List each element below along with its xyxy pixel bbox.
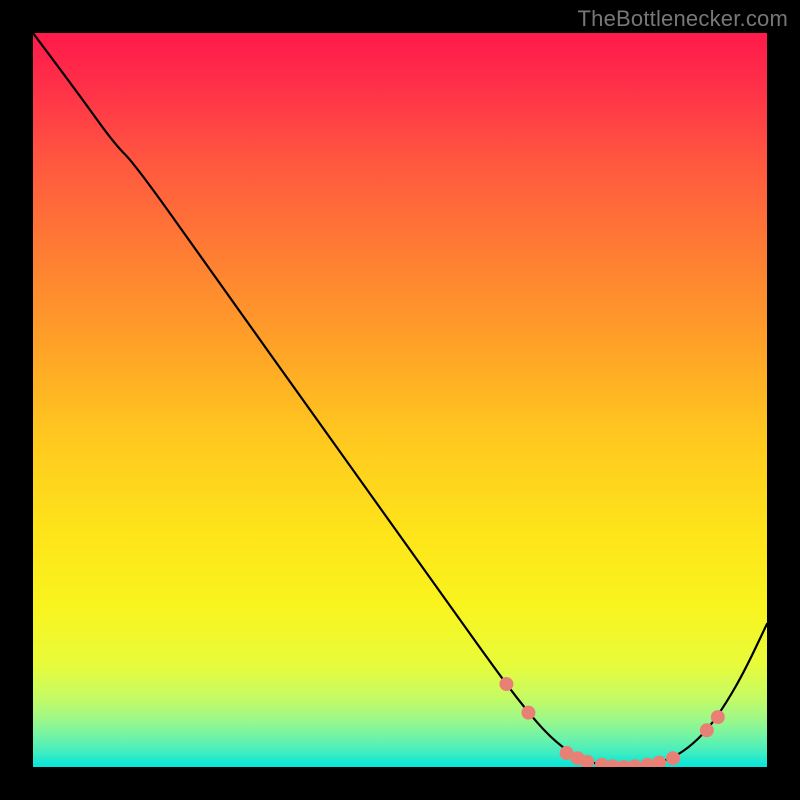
- watermark-text: TheBottlenecker.com: [578, 6, 788, 32]
- curve-marker: [667, 752, 680, 765]
- curve-marker: [711, 711, 724, 724]
- chart-svg: [33, 33, 767, 767]
- curve-marker: [653, 756, 666, 767]
- chart-stage: TheBottlenecker.com: [0, 0, 800, 800]
- curve-marker: [641, 758, 654, 767]
- gradient-background: [33, 33, 767, 767]
- curve-marker: [522, 706, 535, 719]
- plot-area: [33, 33, 767, 767]
- curve-marker: [500, 678, 513, 691]
- curve-marker: [581, 755, 594, 767]
- curve-marker: [700, 724, 713, 737]
